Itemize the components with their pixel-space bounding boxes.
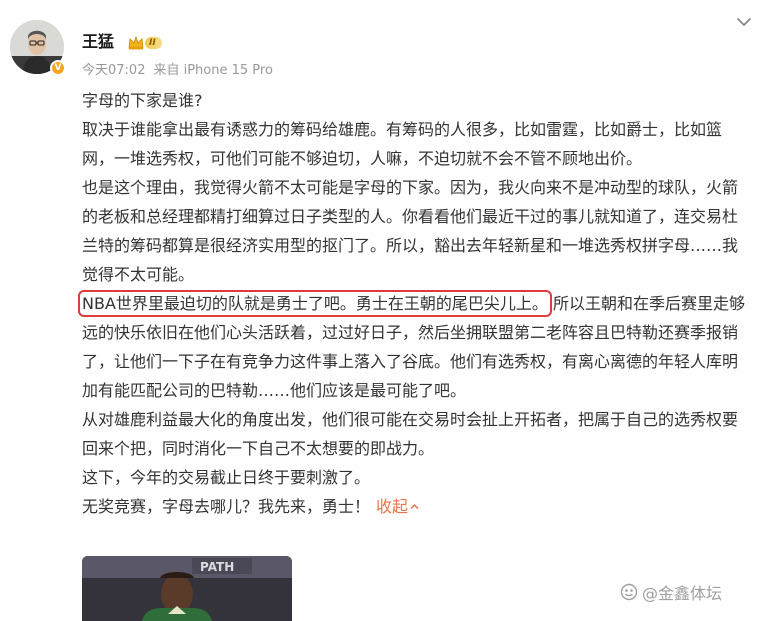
verified-badge-icon: V xyxy=(50,60,66,76)
post-time[interactable]: 今天07:02 xyxy=(82,63,145,78)
paragraph: 取决于谁能拿出最有诱惑力的筹码给雄鹿。有筹码的人很多，比如雷霆，比如爵士，比如篮… xyxy=(82,120,723,168)
caret-up-icon xyxy=(410,503,419,510)
chevron-down-icon[interactable] xyxy=(736,16,752,28)
watermark: @金鑫体坛 xyxy=(620,580,722,604)
arena-sign-text: PATH xyxy=(200,560,234,574)
paragraph: 字母的下家是谁? xyxy=(82,91,203,110)
post-content: 字母的下家是谁? 取决于谁能拿出最有诱惑力的筹码给雄鹿。有筹码的人很多，比如雷霆… xyxy=(78,86,750,521)
crown-icon xyxy=(128,36,144,50)
paragraph: 无奖竞赛，字母去哪儿？我先来，勇士！ 收起 xyxy=(82,492,750,521)
post-source: 来自 iPhone 15 Pro xyxy=(153,63,273,78)
watermark-text: @金鑫体坛 xyxy=(642,584,723,603)
highlighted-sentence: NBA世界里最迫切的队就是勇士了吧。勇士在王朝的尾巴尖儿上。 xyxy=(78,290,552,317)
author-name[interactable]: 王猛 xyxy=(82,32,114,52)
paragraph: 从对雄鹿利益最大化的角度出发，他们很可能在交易时会扯上开拓者，把属于自己的选秀权… xyxy=(82,410,739,458)
level-badge[interactable]: II xyxy=(128,36,162,50)
closing-line: 无奖竞赛，字母去哪儿？我先来，勇士！ xyxy=(82,497,371,516)
paragraph: 也是这个理由，我觉得火箭不太可能是字母的下家。因为，我火向来不是冲动型的球队，火… xyxy=(82,178,739,284)
watermark-logo-icon xyxy=(620,583,638,601)
paragraph: NBA世界里最迫切的队就是勇士了吧。勇士在王朝的尾巴尖儿上。 所以王朝和在季后赛… xyxy=(78,289,750,405)
post-image[interactable]: PATH xyxy=(82,556,292,621)
paragraph: 这下，今年的交易截止日终于要刺激了。 xyxy=(82,468,371,487)
post-meta: 今天07:02 来自 iPhone 15 Pro xyxy=(82,63,281,79)
basketball-player-image: PATH xyxy=(82,556,292,621)
collapse-label: 收起 xyxy=(376,497,409,516)
level-label: II xyxy=(145,37,162,49)
collapse-button[interactable]: 收起 xyxy=(376,497,419,516)
